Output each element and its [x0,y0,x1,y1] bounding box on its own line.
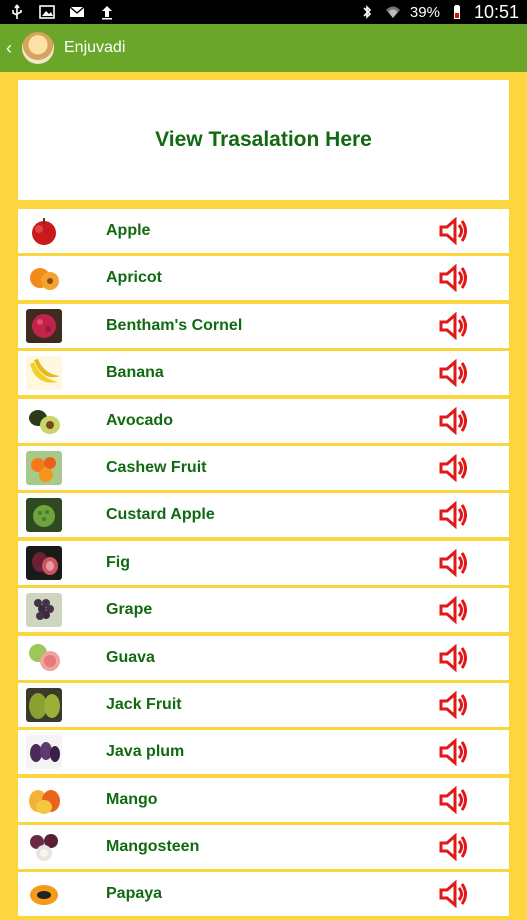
apple-icon [26,214,62,248]
guava-icon [26,640,62,675]
list-item-label: Apple [106,222,151,239]
clock: 10:51 [473,1,519,22]
cashew-fruit-icon [26,450,62,485]
speaker-icon[interactable] [438,406,468,435]
custard-apple-icon [26,498,62,533]
battery-percentage: 39% [409,3,440,21]
list-item-label: Papaya [106,885,163,903]
list-item-label: Bentham's Cornel [106,316,243,334]
list-item[interactable]: Jack Fruit [18,682,509,727]
list-item-label: Java plum [106,743,185,761]
list-item-label: Custard Apple [106,506,215,524]
jack-fruit-icon [26,687,62,722]
list-item-label: Guava [106,648,155,666]
fruit-list: Apple Apricot Bentham's Cornel Banana Av… [18,209,509,920]
list-item[interactable]: Cashew Fruit [18,445,509,490]
speaker-icon[interactable] [438,359,468,388]
image-icon [38,4,56,20]
status-bar: 39% 10:51 [0,0,527,24]
speaker-icon[interactable] [438,548,468,577]
mangosteen-icon [26,830,62,865]
speaker-icon[interactable] [438,311,468,340]
list-item-label: Mangosteen [106,838,200,856]
list-item[interactable]: Apricot [18,256,509,301]
mango-icon [26,782,62,817]
list-item[interactable]: Mango [18,777,509,822]
speaker-icon[interactable] [438,453,468,482]
list-item[interactable]: Bentham's Cornel [18,303,509,348]
list-item[interactable]: Grape [18,588,509,633]
wifi-icon [384,4,402,20]
list-item[interactable]: Apple [18,209,509,253]
list-item-label: Apricot [106,269,162,287]
speaker-icon[interactable] [438,501,468,530]
mail-icon [68,4,86,20]
list-item-label: Fig [106,553,130,571]
app-bar: ‹ Enjuvadi [0,24,527,72]
speaker-icon[interactable] [438,217,468,245]
grape-icon [26,593,62,628]
avocado-icon [26,403,62,438]
list-item-label: Banana [106,364,164,382]
app-title: Enjuvadi [64,39,126,56]
speaker-icon[interactable] [438,785,468,814]
divider [0,72,527,80]
status-right: 39% 10:51 [358,2,519,23]
fig-icon [26,545,62,580]
translation-text: View Trasalation Here [155,128,372,151]
translation-card: View Trasalation Here [18,80,509,200]
battery-icon [448,4,466,20]
speaker-icon[interactable] [438,264,468,293]
speaker-icon[interactable] [438,643,468,672]
list-item[interactable]: Papaya [18,872,509,917]
list-item[interactable]: Avocado [18,398,509,443]
list-item-label: Avocado [106,411,173,429]
usb-icon [8,4,26,20]
benthams-cornel-icon [26,308,62,343]
list-item[interactable]: Custard Apple [18,493,509,538]
speaker-icon[interactable] [438,880,468,909]
bluetooth-icon [358,4,376,20]
speaker-icon[interactable] [438,738,468,767]
list-item-label: Jack Fruit [106,695,182,713]
list-item-label: Grape [106,601,153,619]
java-plum-icon [26,735,62,770]
list-item[interactable]: Fig [18,540,509,585]
banana-icon [26,356,62,391]
upload-icon [98,4,116,20]
list-item[interactable]: Guava [18,635,509,680]
list-item[interactable]: Banana [18,351,509,396]
back-icon[interactable]: ‹ [6,38,18,59]
speaker-icon[interactable] [438,596,468,625]
list-item[interactable]: Mangosteen [18,825,509,870]
list-item-label: Mango [106,790,158,808]
app-logo[interactable] [22,32,54,64]
speaker-icon[interactable] [438,833,468,862]
list-item-label: Cashew Fruit [106,458,207,476]
status-left [8,4,116,20]
list-item[interactable]: Java plum [18,730,509,775]
apricot-icon [26,261,62,296]
speaker-icon[interactable] [438,690,468,719]
papaya-icon [26,877,62,912]
